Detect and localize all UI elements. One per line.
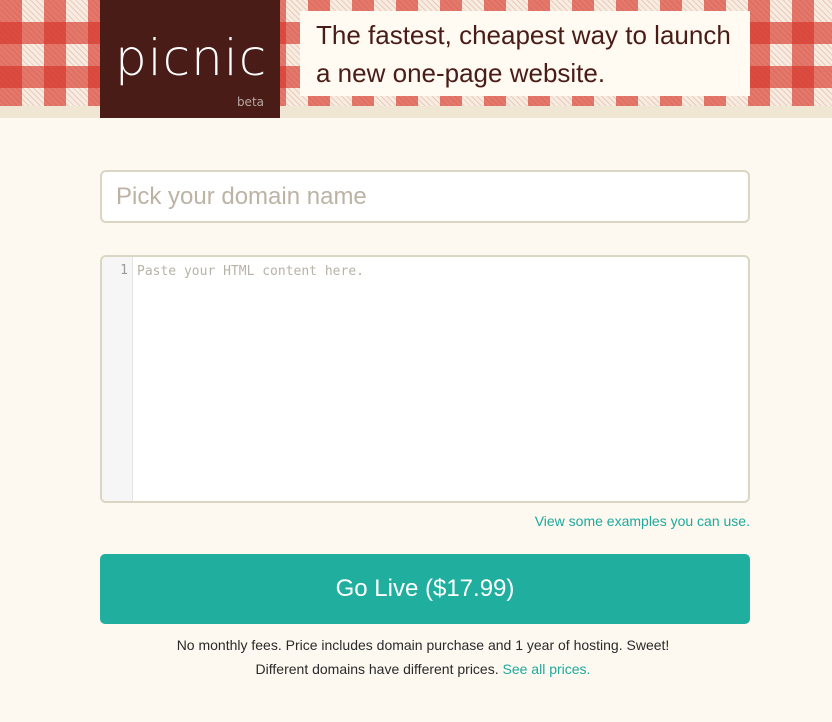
- view-examples-link[interactable]: View some examples you can use.: [535, 513, 750, 529]
- go-live-button[interactable]: Go Live ($17.99): [100, 554, 750, 624]
- pricing-note-text: No monthly fees. Price includes domain p…: [176, 637, 670, 653]
- tagline-text: The fastest, cheapest way to launch a ne…: [316, 20, 731, 88]
- domain-prices-text: Different domains have different prices.: [255, 661, 499, 677]
- editor-gutter: 1: [102, 257, 133, 501]
- pricing-note: No monthly fees. Price includes domain p…: [0, 637, 832, 653]
- see-all-prices-link[interactable]: See all prices.: [503, 661, 591, 677]
- logo-wordmark: picnic: [115, 29, 268, 87]
- tagline-box: The fastest, cheapest way to launch a ne…: [300, 11, 750, 96]
- html-editor: 1: [100, 255, 750, 503]
- domain-name-input[interactable]: [100, 170, 750, 223]
- tagline: The fastest, cheapest way to launch a ne…: [316, 16, 736, 92]
- html-content-textarea[interactable]: [133, 257, 748, 501]
- line-number: 1: [120, 263, 128, 278]
- beta-badge: beta: [236, 95, 264, 109]
- picnic-logo[interactable]: picnic beta: [100, 0, 280, 118]
- domain-prices-note: Different domains have different prices.…: [0, 661, 832, 677]
